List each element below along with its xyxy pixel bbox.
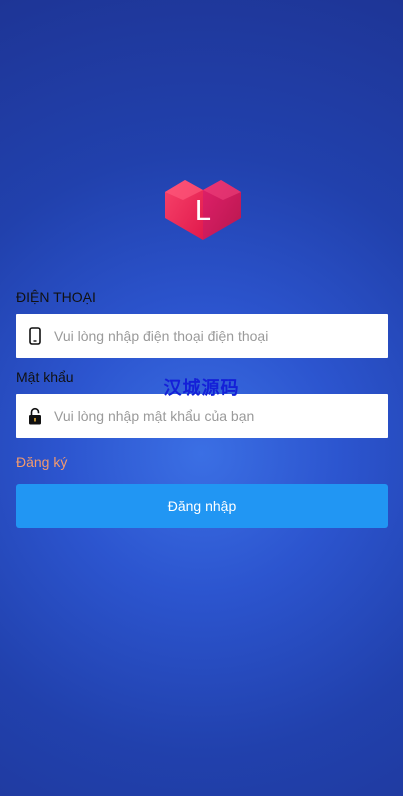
password-input-box[interactable]: [16, 394, 388, 438]
register-link[interactable]: Đăng ký: [16, 453, 67, 471]
password-input[interactable]: [54, 408, 374, 424]
watermark-text: 汉城源码: [163, 378, 240, 399]
login-button[interactable]: Đăng nhập: [16, 484, 388, 528]
lock-icon: [16, 394, 54, 438]
phone-label: ĐIỆN THOẠI: [16, 289, 96, 305]
phone-input[interactable]: [54, 328, 374, 344]
phone-input-box[interactable]: [16, 314, 388, 358]
phone-icon: [16, 314, 54, 358]
login-screen: L ĐIỆN THOẠI Mật khẩu Đăng ký Đăng nhập …: [0, 0, 403, 796]
logo-letter: L: [194, 195, 212, 227]
app-logo: L: [165, 178, 241, 240]
